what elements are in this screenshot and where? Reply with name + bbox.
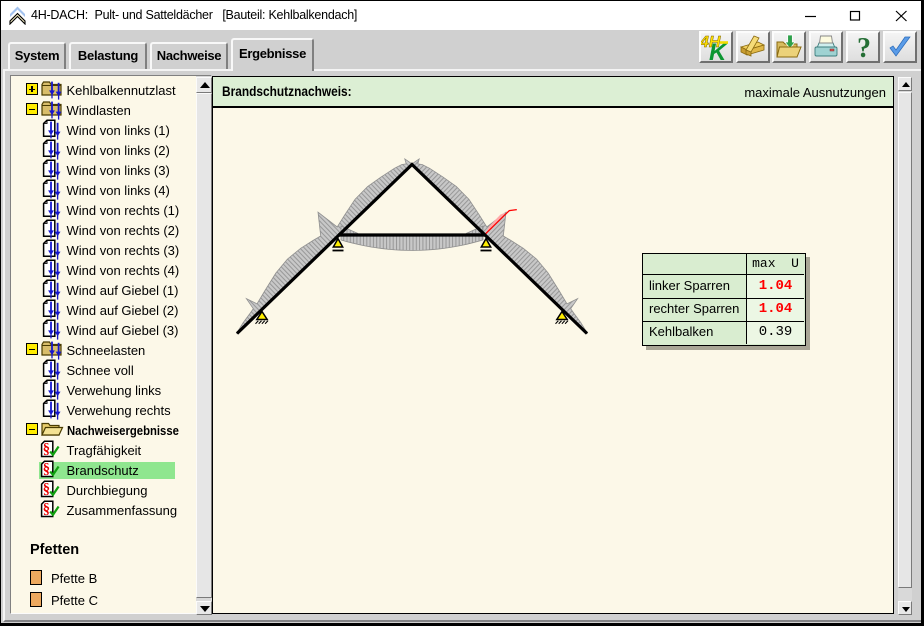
- svg-text:4H: 4H: [701, 34, 721, 51]
- svg-text:?: ?: [857, 33, 871, 61]
